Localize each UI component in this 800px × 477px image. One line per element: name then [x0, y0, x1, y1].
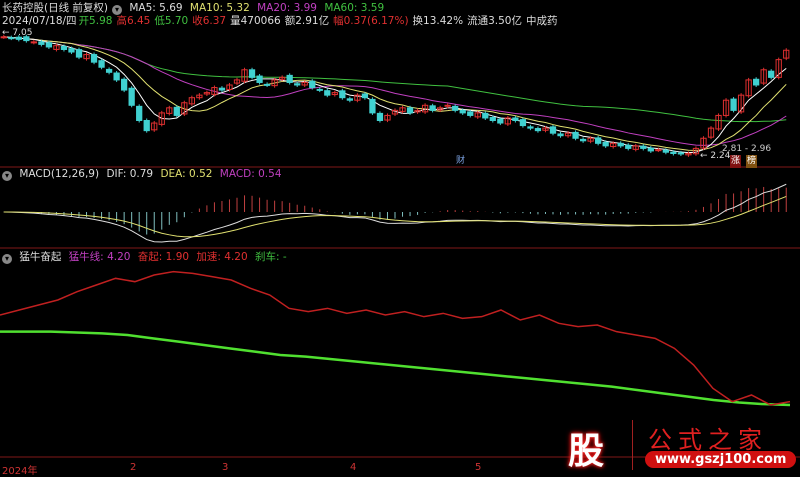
candle-down [218, 87, 226, 91]
axis-tick: 2 [130, 462, 137, 473]
macd-label: MACD(12,26,9) [19, 168, 100, 180]
candle-down [670, 151, 677, 154]
candle-down [68, 48, 75, 53]
candle-up [444, 104, 451, 107]
bull-accel-value: 加速: 4.20 [196, 251, 248, 263]
axis-tick: 4 [350, 462, 357, 473]
candle-down [572, 131, 579, 139]
candle-down [406, 107, 414, 114]
bull-menu-icon[interactable]: ▾ [2, 254, 12, 264]
candle-down [369, 98, 376, 114]
candle-down [459, 109, 466, 114]
candle-up [30, 41, 37, 44]
bull-brake-value: 刹车: - [255, 251, 287, 263]
candle-down [361, 93, 369, 99]
candle-down [45, 42, 53, 48]
candle-down [173, 106, 180, 116]
bull-red-line [0, 270, 791, 406]
candle-down [286, 74, 293, 83]
candle-down [452, 105, 459, 111]
candle-down [248, 69, 256, 78]
candle-down [136, 105, 143, 122]
candle-down [90, 54, 98, 63]
macd-menu-icon[interactable]: ▾ [2, 171, 12, 181]
ma5-line [3, 36, 787, 154]
bull-green-line [0, 330, 791, 407]
candle-down [662, 149, 669, 153]
bull-label: 猛牛奋起 [19, 251, 62, 263]
candle-down [60, 46, 68, 50]
candle-down [128, 87, 135, 106]
candle-down [497, 118, 504, 124]
bull-line-value: 猛牛线: 4.20 [68, 251, 131, 263]
candle-down [677, 152, 685, 155]
candle-down [647, 147, 654, 152]
candle-down [730, 98, 737, 111]
candle-down [482, 112, 489, 119]
candle-down [768, 70, 775, 78]
candle-down [429, 105, 436, 111]
candle-down [527, 126, 534, 129]
finance-badge[interactable]: 财 [456, 155, 465, 168]
axis-tick: 3 [222, 462, 229, 473]
candle-down [143, 120, 150, 132]
candle-down [376, 112, 384, 122]
bull-header: ▾ 猛牛奋起 猛牛线: 4.20 奋起: 1.90 加速: 4.20 刹车: - [2, 251, 291, 264]
candle-down [324, 90, 331, 96]
candle-down [753, 78, 760, 86]
macd-dea: DEA: 0.52 [160, 168, 213, 180]
candle-down [617, 142, 624, 147]
candle-down [602, 141, 609, 147]
ma20-line [3, 36, 787, 146]
candle-down [467, 111, 474, 116]
chart-canvas[interactable] [0, 0, 800, 475]
bull-rise-value: 奋起: 1.90 [137, 251, 190, 263]
candle-down [512, 117, 519, 122]
logo-title: 公式之家 [648, 426, 768, 454]
candle-down [595, 137, 602, 144]
candle-down [557, 133, 564, 137]
list-badge[interactable]: 榜 [746, 155, 758, 168]
axis-tick: 5 [475, 462, 482, 473]
candle-down [75, 49, 83, 58]
macd-header: ▾ MACD(12,26,9) DIF: 0.79 DEA: 0.52 MACD… [2, 168, 286, 181]
candle-down [121, 78, 128, 91]
candle-up [655, 149, 662, 152]
candle-down [579, 138, 587, 142]
logo-char: 股 [568, 431, 605, 472]
candle-down [519, 119, 527, 127]
logo-url: www.gszj100.com [645, 451, 797, 468]
candle-down [38, 41, 45, 45]
limit-up-badge[interactable]: 涨 [730, 155, 742, 168]
candle-down [113, 72, 120, 81]
candle-down [105, 68, 113, 73]
max-price-label: ← 7.05 [2, 28, 33, 38]
candle-down [346, 98, 353, 101]
candle-down [98, 60, 105, 68]
candle-down [625, 144, 632, 149]
macd-dif: DIF: 0.79 [106, 168, 154, 180]
candle-down [549, 126, 557, 134]
candle-down [316, 88, 323, 91]
candle-down [339, 90, 346, 99]
candle-down [294, 83, 301, 86]
candle-down [263, 83, 271, 86]
candle-down [640, 145, 647, 149]
candle-down [489, 116, 496, 122]
candle-down [534, 128, 542, 132]
candle-down [309, 80, 316, 89]
candle-down [256, 75, 263, 83]
macd-value: MACD: 0.54 [219, 168, 282, 180]
watermark-logo: 股 公式之家 www.gszj100.com [560, 418, 800, 475]
